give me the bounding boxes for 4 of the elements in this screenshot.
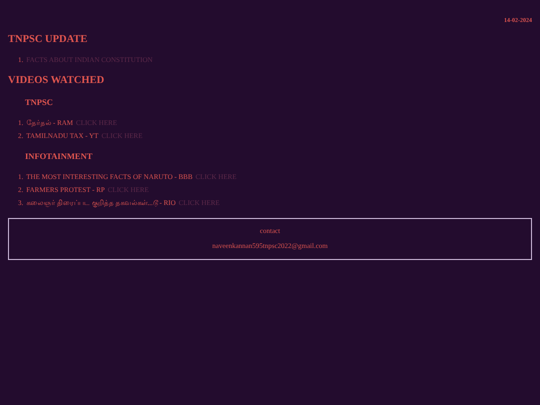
- group-heading: INFOTAINMENT: [25, 151, 94, 161]
- section-heading: TNPSC UPDATE: [8, 34, 88, 45]
- section-heading: VIDEOS WATCHED: [8, 75, 106, 86]
- group-heading: TNPSC: [25, 97, 54, 107]
